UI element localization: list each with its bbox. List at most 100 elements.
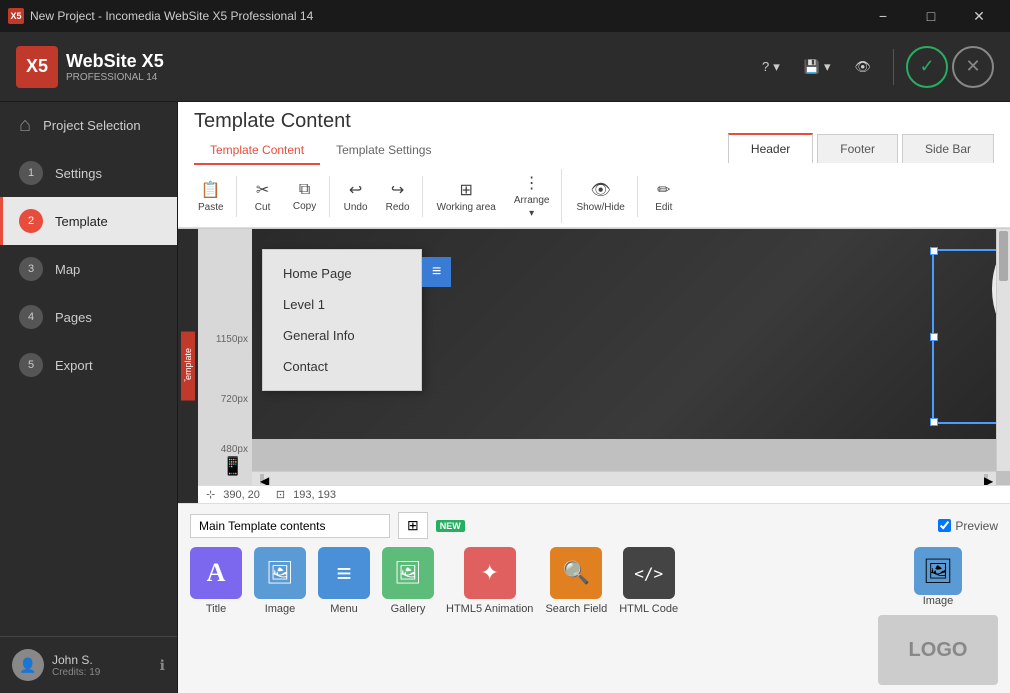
- app-icon: X5: [8, 8, 24, 24]
- step-number-3: 3: [19, 257, 43, 281]
- tab-template-settings[interactable]: Template Settings: [320, 137, 447, 165]
- preview-checkbox[interactable]: [938, 519, 951, 532]
- nav-item-level1[interactable]: Level 1: [263, 289, 421, 320]
- preview-checkbox-area: Preview: [938, 519, 998, 533]
- object-title[interactable]: A Title: [190, 547, 242, 615]
- px-label-720: 720px: [221, 394, 248, 405]
- status-bar: ⊹ 390, 20 ⊡ 193, 193: [198, 485, 1010, 503]
- gallery-icon: 🖼: [382, 547, 434, 599]
- canvas-position: 390, 20: [223, 489, 260, 501]
- toolbar-paste-group: 📋 Paste: [186, 176, 237, 217]
- px-label-1150: 1150px: [216, 334, 248, 345]
- mobile-device-icon: 📱: [222, 456, 244, 477]
- redo-icon: ↪: [391, 180, 404, 200]
- sidebar-item-project-selection[interactable]: ⌂ Project Selection: [0, 102, 177, 149]
- nav-item-home[interactable]: Home Page: [263, 258, 421, 289]
- cut-label: Cut: [255, 202, 271, 213]
- preview-button[interactable]: 👁: [844, 53, 881, 81]
- sidebar: ⌂ Project Selection 1 Settings 2 Templat…: [0, 102, 178, 693]
- minimize-button[interactable]: −: [860, 0, 906, 32]
- template-label[interactable]: Template: [181, 332, 195, 401]
- template-contents-dropdown[interactable]: Main Template contents: [190, 514, 390, 538]
- toolbar-showhide-group: 👁 Show/Hide: [564, 176, 637, 217]
- canvas-background: Home Page Level 1 General Info Contact ≡…: [252, 229, 1010, 439]
- toolbar-view-group: ⊞ Working area ⋮ Arrange ▾: [425, 169, 563, 223]
- header-close-button[interactable]: ✕: [952, 46, 994, 88]
- sel-handle-bl[interactable]: [930, 418, 938, 426]
- arrange-button[interactable]: ⋮ Arrange ▾: [506, 169, 558, 223]
- working-area-button[interactable]: ⊞ Working area: [429, 176, 504, 217]
- objects-grid: A Title 🖼 Image: [190, 547, 678, 615]
- paste-icon: 📋: [201, 180, 221, 200]
- undo-icon: ↩: [349, 180, 362, 200]
- undo-button[interactable]: ↩ Undo: [336, 176, 376, 217]
- bottom-toolbar: Main Template contents ⊞ NEW Preview: [190, 512, 998, 539]
- canvas-dimensions: 193, 193: [293, 489, 336, 501]
- toolbar-edit-group: ✂ Cut ⧉ Copy: [239, 176, 330, 217]
- object-label-html5: HTML5 Animation: [446, 603, 533, 615]
- object-label-title: Title: [206, 603, 226, 615]
- content-area: Template Content Template Content Templa…: [178, 102, 1010, 693]
- sidebar-item-pages[interactable]: 4 Pages: [0, 293, 177, 341]
- tab-template-content[interactable]: Template Content: [194, 137, 320, 165]
- sidebar-item-settings[interactable]: 1 Settings: [0, 149, 177, 197]
- object-label-gallery: Gallery: [391, 603, 426, 615]
- object-html-code[interactable]: </> HTML Code: [619, 547, 678, 615]
- tab-sidebar[interactable]: Side Bar: [902, 134, 994, 163]
- object-search[interactable]: 🔍 Search Field: [545, 547, 607, 615]
- redo-button[interactable]: ↪ Redo: [378, 176, 418, 217]
- logo-text: WebSite X5 PROFESSIONAL 14: [66, 51, 164, 83]
- redo-label: Redo: [386, 202, 410, 213]
- sel-handle-tl[interactable]: [930, 247, 938, 255]
- object-menu[interactable]: ≡ Menu: [318, 547, 370, 615]
- close-button[interactable]: ✕: [956, 0, 1002, 32]
- vertical-scrollbar[interactable]: [996, 229, 1010, 471]
- help-button[interactable]: ? ▾: [752, 53, 790, 81]
- paste-label: Paste: [198, 202, 224, 213]
- paste-button[interactable]: 📋 Paste: [190, 176, 232, 217]
- object-label-menu: Menu: [330, 603, 358, 615]
- ok-button[interactable]: ✓: [906, 46, 948, 88]
- copy-button[interactable]: ⧉ Copy: [285, 177, 325, 216]
- titlebar: X5 New Project - Incomedia WebSite X5 Pr…: [0, 0, 1010, 32]
- tab-header[interactable]: Header: [728, 133, 813, 163]
- px-label-480: 480px: [221, 444, 248, 455]
- canvas-viewport[interactable]: Home Page Level 1 General Info Contact ≡…: [252, 229, 1010, 485]
- save-icon: 💾: [804, 59, 820, 75]
- copy-icon: ⧉: [299, 181, 310, 199]
- sel-handle-ml[interactable]: [930, 333, 938, 341]
- object-image[interactable]: 🖼 Image: [254, 547, 306, 615]
- toolbar-edit-obj-group: ✏ Edit: [640, 176, 688, 217]
- step-number-2: 2: [19, 209, 43, 233]
- scroll-right-btn[interactable]: ▶: [984, 474, 988, 484]
- arrange-chevron: ▾: [529, 208, 534, 219]
- sidebar-label-pages: Pages: [55, 310, 92, 325]
- object-html5[interactable]: ✦ HTML5 Animation: [446, 547, 533, 615]
- show-hide-button[interactable]: 👁 Show/Hide: [568, 176, 632, 217]
- object-label-image: Image: [265, 603, 296, 615]
- nav-item-contact[interactable]: Contact: [263, 351, 421, 382]
- logo-area: X5 WebSite X5 PROFESSIONAL 14: [16, 46, 164, 88]
- info-icon[interactable]: ℹ: [160, 657, 165, 674]
- hamburger-button[interactable]: ≡: [422, 257, 451, 287]
- cut-button[interactable]: ✂ Cut: [243, 176, 283, 217]
- add-content-button[interactable]: ⊞: [398, 512, 428, 539]
- edit-button[interactable]: ✏ Edit: [644, 176, 684, 217]
- header-bar: X5 WebSite X5 PROFESSIONAL 14 ? ▾ 💾 ▾ 👁 …: [0, 32, 1010, 102]
- object-gallery[interactable]: 🖼 Gallery: [382, 547, 434, 615]
- scroll-left-btn[interactable]: ◀: [260, 474, 264, 484]
- horizontal-scrollbar[interactable]: ◀ ▶: [252, 471, 996, 485]
- sidebar-item-export[interactable]: 5 Export: [0, 341, 177, 389]
- home-icon: ⌂: [19, 114, 31, 137]
- nav-item-general[interactable]: General Info: [263, 320, 421, 351]
- sidebar-item-map[interactable]: 3 Map: [0, 245, 177, 293]
- maximize-button[interactable]: □: [908, 0, 954, 32]
- show-hide-label: Show/Hide: [576, 202, 624, 213]
- scissors-icon: ✂: [256, 180, 269, 200]
- eye-icon: 👁: [854, 59, 871, 75]
- layout-icon: ⊞: [460, 180, 473, 200]
- save-button[interactable]: 💾 ▾: [794, 53, 841, 81]
- vscroll-thumb[interactable]: [999, 231, 1008, 281]
- sidebar-item-template[interactable]: 2 Template: [0, 197, 177, 245]
- tab-footer[interactable]: Footer: [817, 134, 898, 163]
